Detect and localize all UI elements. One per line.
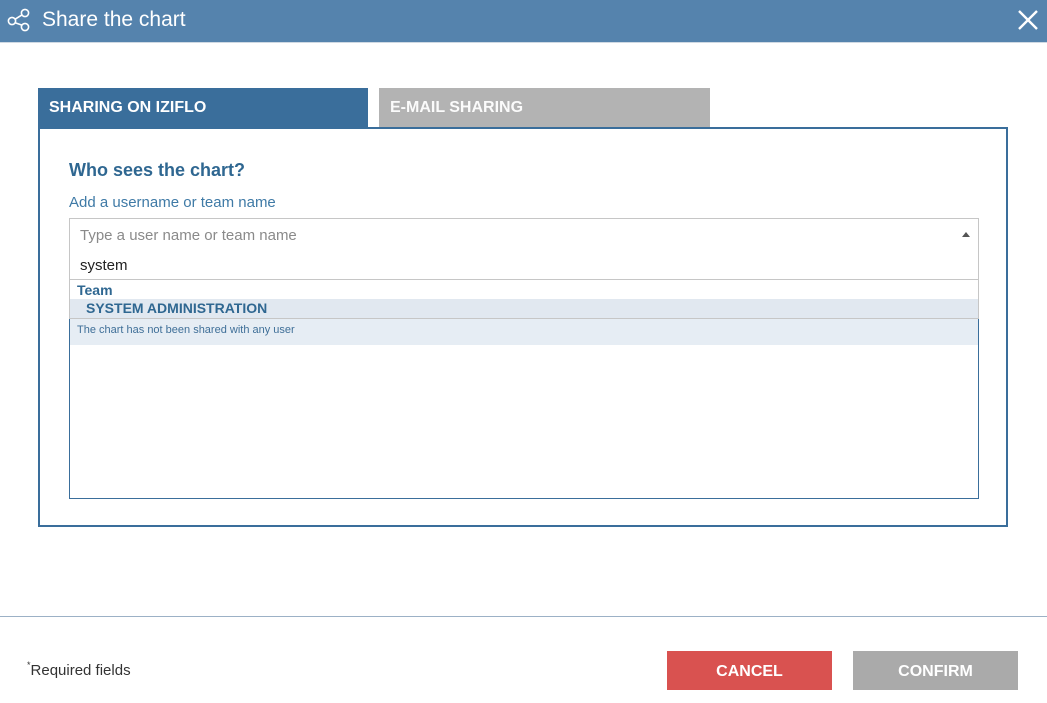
tab-email-sharing[interactable]: E-MAIL SHARING [379, 88, 710, 128]
dialog-titlebar: Share the chart [0, 0, 1047, 42]
tab-sharing-on-iziflo[interactable]: SHARING ON IZIFLO [38, 88, 368, 128]
required-fields-note: *Required fields [27, 660, 131, 679]
footer-divider [0, 616, 1047, 617]
no-shares-message: The chart has not been shared with any u… [70, 319, 978, 345]
cancel-button[interactable]: CANCEL [667, 651, 832, 690]
select-placeholder: Type a user name or team name [80, 227, 297, 244]
required-text: Required fields [30, 662, 131, 679]
shared-users-list: The chart has not been shared with any u… [69, 319, 979, 499]
required-marker: * [27, 660, 31, 670]
dropdown-option-system-administration[interactable]: SYSTEM ADMINISTRATION [70, 299, 978, 318]
caret-up-icon[interactable] [962, 232, 970, 237]
add-user-label: Add a username or team name [69, 194, 276, 211]
confirm-button[interactable]: CONFIRM [853, 651, 1018, 690]
select-dropdown: Team SYSTEM ADMINISTRATION [69, 251, 979, 319]
tab-label: E-MAIL SHARING [390, 99, 524, 116]
dropdown-search-input[interactable] [70, 251, 978, 280]
close-icon[interactable] [1015, 7, 1041, 33]
tab-label: SHARING ON IZIFLO [49, 99, 207, 116]
panel-heading: Who sees the chart? [69, 160, 246, 180]
dialog-title: Share the chart [42, 8, 186, 31]
user-team-select[interactable]: Type a user name or team name [69, 218, 979, 252]
share-icon [7, 8, 30, 32]
dropdown-group-label: Team [77, 282, 113, 298]
sharing-panel: Who sees the chart? Add a username or te… [38, 127, 1008, 527]
